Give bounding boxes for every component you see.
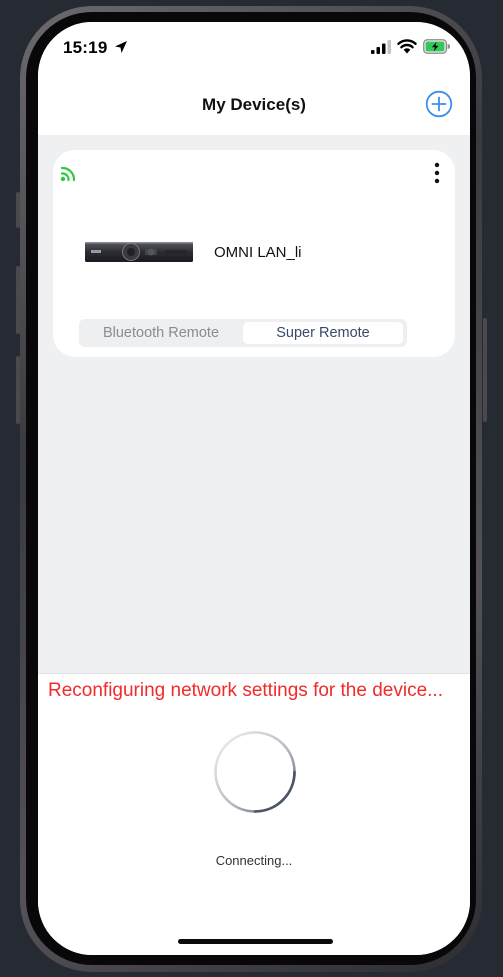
home-indicator[interactable] bbox=[178, 939, 333, 944]
loading-spinner bbox=[214, 731, 296, 813]
more-vertical-icon[interactable] bbox=[427, 160, 447, 186]
connecting-status: Connecting... bbox=[215, 853, 293, 868]
navigation-bar: My Device(s) bbox=[38, 77, 470, 135]
device-image bbox=[85, 242, 193, 262]
device-name: OMNI LAN_li bbox=[214, 244, 302, 261]
add-device-button[interactable] bbox=[425, 90, 453, 118]
power-button bbox=[483, 318, 487, 422]
remote-mode-selector: Bluetooth Remote Super Remote bbox=[79, 319, 407, 347]
volume-up-button bbox=[16, 266, 20, 334]
app-screen: 15:19 My Device(s) OMNI LAN_li Bluetooth… bbox=[38, 22, 470, 955]
location-arrow-icon bbox=[115, 41, 127, 53]
status-bar: 15:19 bbox=[38, 22, 470, 77]
wifi-connected-icon bbox=[60, 166, 76, 182]
volume-down-button bbox=[16, 356, 20, 424]
bluetooth-remote-tab[interactable]: Bluetooth Remote bbox=[81, 322, 241, 344]
status-time: 15:19 bbox=[63, 38, 108, 57]
reconfigure-sheet: Reconfiguring network settings for the d… bbox=[38, 673, 470, 955]
device-card[interactable]: OMNI LAN_li Bluetooth Remote Super Remot… bbox=[53, 150, 455, 357]
signal-icon bbox=[371, 40, 391, 54]
page-title: My Device(s) bbox=[202, 95, 306, 114]
reconfigure-message: Reconfiguring network settings for the d… bbox=[48, 680, 443, 701]
action-button bbox=[16, 192, 20, 228]
battery-charging-icon bbox=[423, 39, 450, 54]
super-remote-tab[interactable]: Super Remote bbox=[243, 322, 403, 344]
wifi-icon bbox=[397, 39, 417, 54]
